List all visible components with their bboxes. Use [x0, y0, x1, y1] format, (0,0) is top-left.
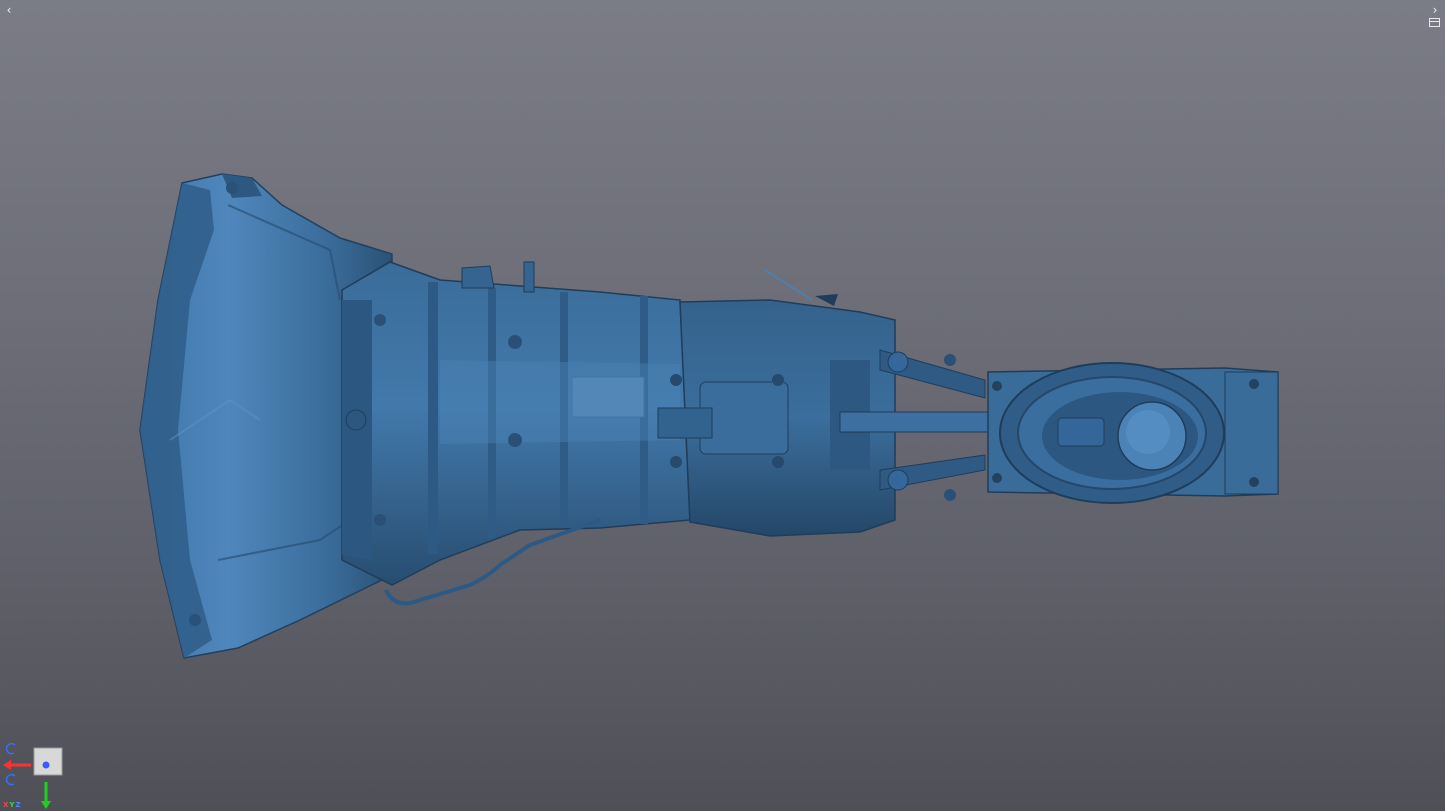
transmission-3d-model[interactable] [0, 0, 1445, 811]
view-cube-icon[interactable] [33, 747, 63, 776]
y-axis-arrowhead [41, 801, 51, 809]
shifter-plate [987, 362, 1279, 504]
window-layout-icon[interactable] [1429, 18, 1440, 27]
rotate-ccw-top-icon[interactable] [5, 742, 16, 755]
3d-viewport[interactable]: ‹ › X Y Z [0, 0, 1445, 811]
axis-z-label: Z [15, 801, 21, 809]
next-glyph: › [1432, 3, 1438, 17]
main-gear-case [341, 261, 691, 586]
rotate-ccw-bottom-icon[interactable] [5, 773, 16, 786]
axis-labels: X Y Z [3, 801, 21, 809]
chevron-right-icon[interactable]: › [1428, 3, 1442, 17]
z-axis-dot [42, 761, 50, 769]
intermediate-housing [657, 269, 896, 537]
x-axis-arrowhead [3, 760, 11, 770]
orientation-gizmo[interactable]: X Y Z [0, 738, 70, 811]
chevron-left-icon[interactable]: ‹ [2, 3, 16, 17]
axis-y-label: Y [9, 801, 15, 809]
prev-glyph: ‹ [6, 3, 12, 17]
axis-x-label: X [3, 801, 9, 809]
